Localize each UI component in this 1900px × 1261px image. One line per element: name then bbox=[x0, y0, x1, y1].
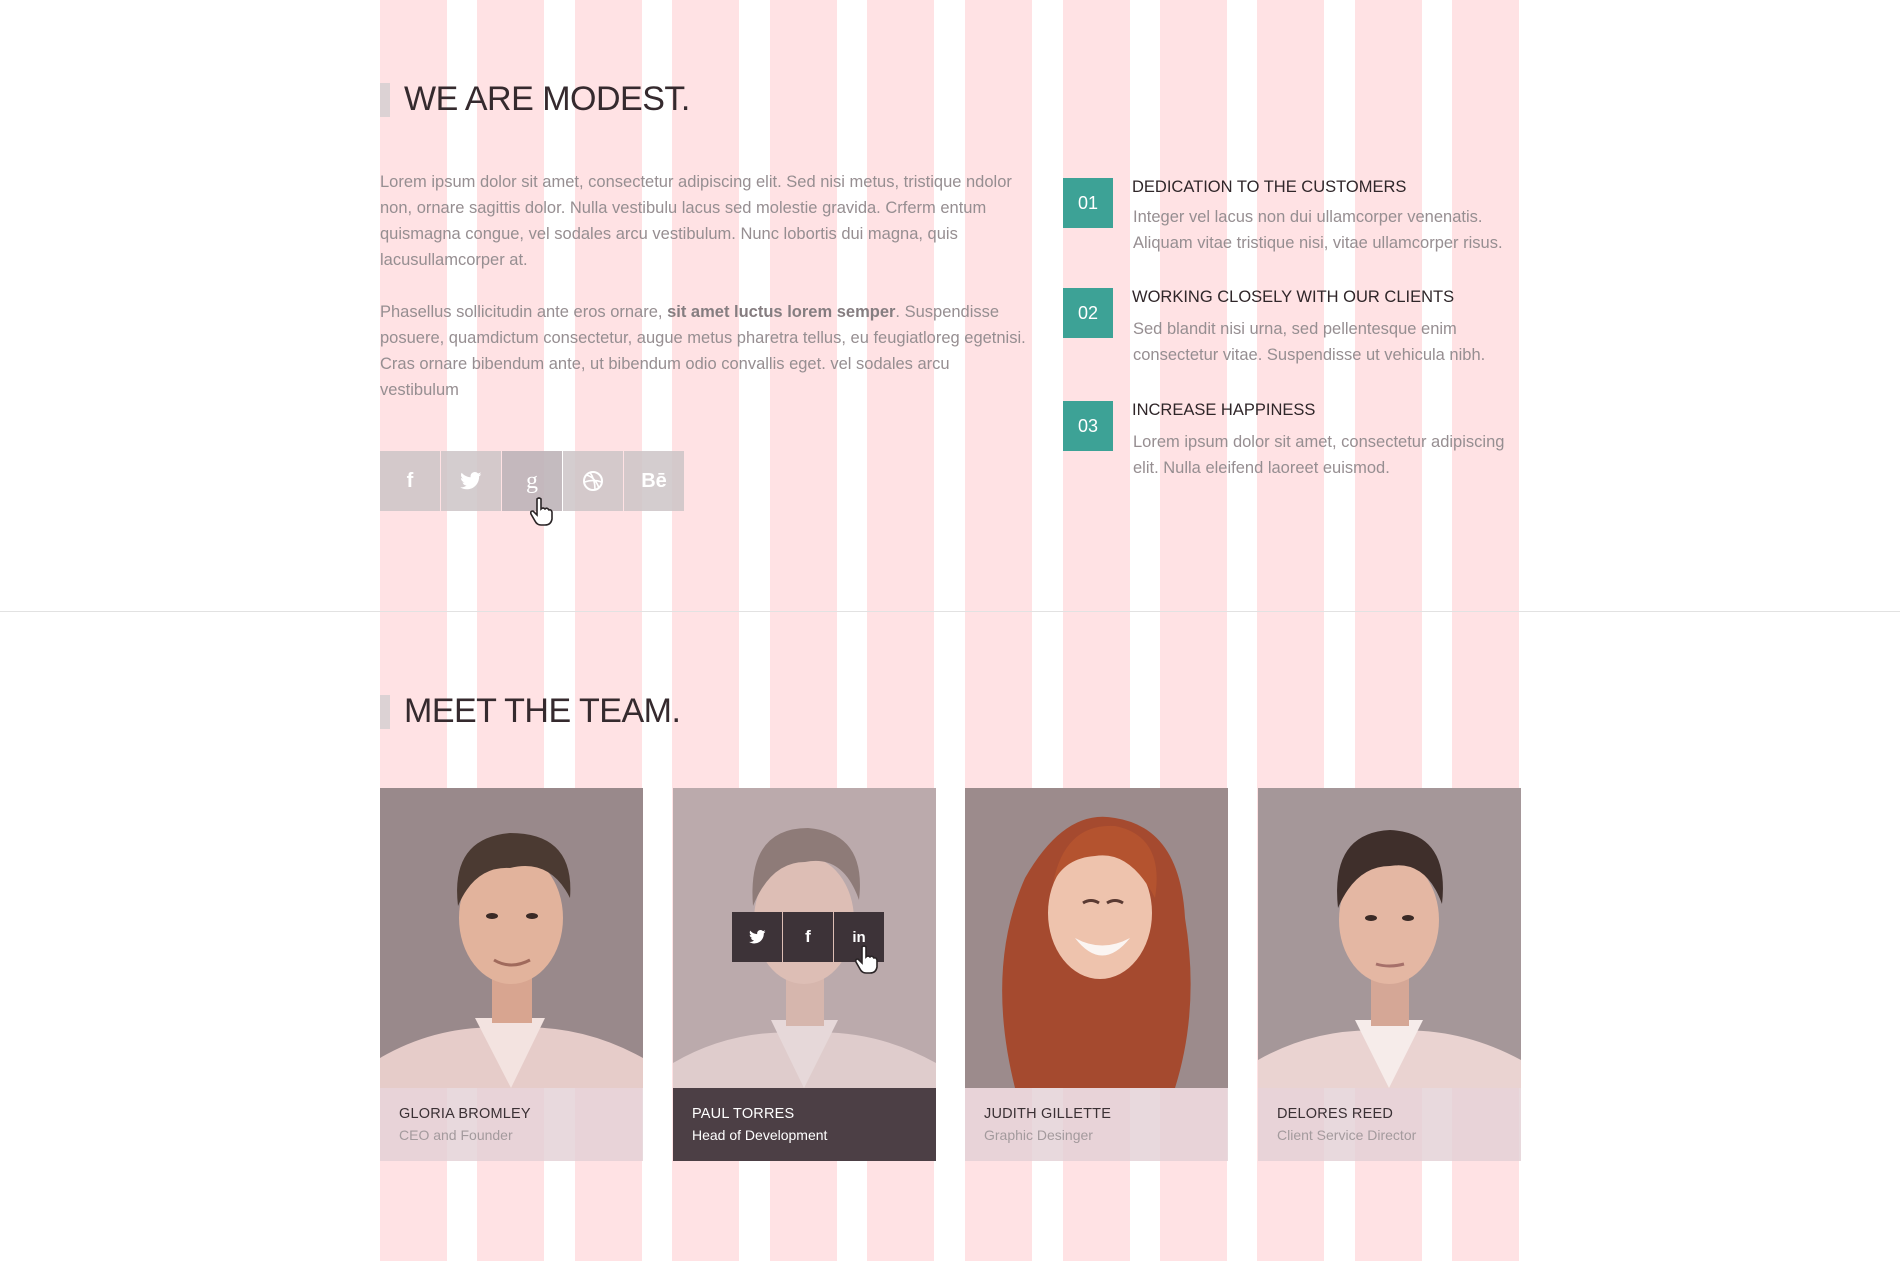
section-title: MEET THE TEAM. bbox=[404, 692, 681, 730]
about-paragraph-2: Phasellus sollicitudin ante eros ornare,… bbox=[380, 299, 1030, 403]
feature-number: 01 bbox=[1063, 178, 1113, 228]
team-member-card[interactable]: f in PAUL TORRES Head of Development bbox=[673, 788, 936, 1161]
dribbble-button[interactable] bbox=[563, 451, 623, 511]
behance-button[interactable]: Bē bbox=[624, 451, 684, 511]
team-member-card[interactable]: GLORIA BROMLEY CEO and Founder bbox=[380, 788, 643, 1161]
feature-description: Integer vel lacus non dui ullamcorper ve… bbox=[1133, 208, 1503, 252]
team-section: MEET THE TEAM. bbox=[0, 612, 1900, 1261]
member-twitter-button[interactable] bbox=[732, 912, 782, 962]
heading-accent-bar bbox=[380, 694, 390, 729]
member-name: DELORES REED bbox=[1277, 1106, 1394, 1122]
feature-description: Lorem ipsum dolor sit amet, consectetur … bbox=[1133, 433, 1505, 477]
member-name: PAUL TORRES bbox=[692, 1106, 795, 1122]
twitter-icon bbox=[748, 930, 766, 944]
twitter-icon bbox=[460, 472, 482, 490]
member-photo bbox=[1258, 788, 1521, 1088]
team-member-card[interactable]: JUDITH GILLETTE Graphic Desinger bbox=[965, 788, 1228, 1161]
member-caption: PAUL TORRES Head of Development bbox=[673, 1088, 936, 1161]
behance-icon: Bē bbox=[641, 469, 667, 492]
member-facebook-button[interactable]: f bbox=[783, 912, 833, 962]
about-paragraph-1: Lorem ipsum dolor sit amet, consectetur … bbox=[380, 173, 1012, 269]
member-photo bbox=[965, 788, 1228, 1088]
team-member-card[interactable]: DELORES REED Client Service Director bbox=[1258, 788, 1521, 1161]
member-caption: DELORES REED Client Service Director bbox=[1258, 1088, 1521, 1161]
facebook-icon: f bbox=[805, 927, 811, 946]
member-role: CEO and Founder bbox=[399, 1127, 513, 1143]
feature-title: DEDICATION TO THE CUSTOMERS bbox=[1132, 178, 1407, 196]
member-role: Graphic Desinger bbox=[984, 1127, 1093, 1143]
member-role: Head of Development bbox=[692, 1127, 828, 1143]
linkedin-icon: in bbox=[852, 928, 866, 946]
section-divider bbox=[0, 611, 1900, 612]
member-role: Client Service Director bbox=[1277, 1127, 1417, 1143]
google-icon: g bbox=[526, 467, 538, 494]
paragraph-text: Phasellus sollicitudin ante eros ornare, bbox=[380, 303, 668, 321]
team-heading: MEET THE TEAM. bbox=[380, 692, 681, 731]
hand-cursor-icon bbox=[855, 945, 878, 974]
member-caption: GLORIA BROMLEY CEO and Founder bbox=[380, 1088, 643, 1161]
about-heading: WE ARE MODEST. bbox=[380, 80, 690, 119]
feature-number: 03 bbox=[1063, 401, 1113, 451]
feature-title: WORKING CLOSELY WITH OUR CLIENTS bbox=[1132, 288, 1455, 306]
member-photo: f in bbox=[673, 788, 936, 1088]
facebook-button[interactable]: f bbox=[380, 451, 440, 511]
feature-number: 02 bbox=[1063, 288, 1113, 338]
facebook-icon: f bbox=[406, 469, 414, 492]
about-section: WE ARE MODEST. Lorem ipsum dolor sit ame… bbox=[0, 0, 1900, 611]
feature-title: INCREASE HAPPINESS bbox=[1132, 401, 1316, 419]
heading-accent-bar bbox=[380, 82, 390, 117]
member-name: JUDITH GILLETTE bbox=[984, 1106, 1112, 1122]
member-name: GLORIA BROMLEY bbox=[399, 1106, 531, 1122]
member-photo bbox=[380, 788, 643, 1088]
twitter-button[interactable] bbox=[441, 451, 501, 511]
hand-cursor-icon bbox=[530, 497, 553, 526]
feature-description: Sed blandit nisi urna, sed pellentesque … bbox=[1133, 320, 1486, 364]
page-title: WE ARE MODEST. bbox=[404, 80, 690, 118]
dribbble-icon bbox=[583, 471, 603, 491]
paragraph-bold-text: sit amet luctus lorem semper bbox=[667, 303, 896, 321]
member-caption: JUDITH GILLETTE Graphic Desinger bbox=[965, 1088, 1228, 1161]
